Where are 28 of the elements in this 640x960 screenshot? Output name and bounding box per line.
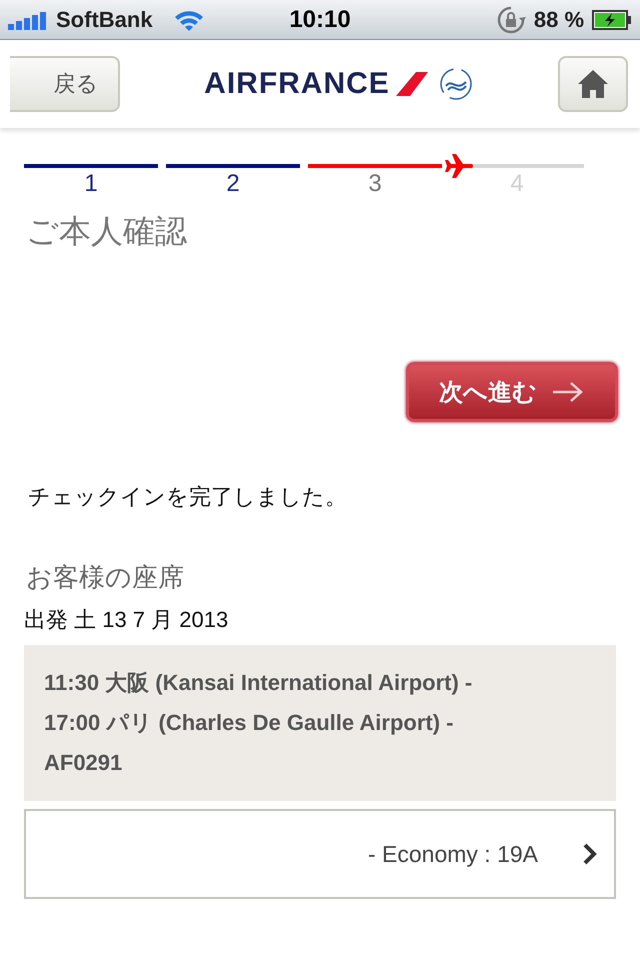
departure-date: 出発 土 13 7 月 2013 xyxy=(24,606,230,634)
battery-charging-icon xyxy=(592,10,632,30)
confirmation-message: チェックインを完了しました。 xyxy=(28,483,348,511)
flight-info-line: AF0291 xyxy=(44,749,124,777)
seat-text: - Economy : 19A xyxy=(368,840,538,868)
carrier-name: SoftBank xyxy=(56,6,153,32)
signal-icon xyxy=(8,10,48,30)
step-number: 3 xyxy=(368,170,382,198)
airline-logo: AIRFRANCE xyxy=(204,67,390,101)
battery-percent: 88 % xyxy=(534,6,584,32)
back-button[interactable]: 戻る xyxy=(10,56,120,112)
step-number: 2 xyxy=(226,170,240,198)
airplane-icon xyxy=(444,153,474,179)
alliance-emblem-icon xyxy=(438,66,474,102)
rotation-lock-icon xyxy=(496,4,526,34)
flight-info-line: 17:00 パリ (Charles De Gaulle Airport) - xyxy=(44,709,455,737)
home-icon xyxy=(576,69,609,99)
chevron-right-icon xyxy=(582,842,598,866)
flight-info-line: 11:30 大阪 (Kansai International Airport) - xyxy=(44,669,474,697)
seat-row[interactable]: - Economy : 19A xyxy=(24,809,616,899)
section-heading: お客様の座席 xyxy=(26,561,185,594)
next-button[interactable]: 次へ進む xyxy=(406,362,618,422)
page-title: ご本人確認 xyxy=(26,212,188,251)
arrow-right-icon xyxy=(551,380,585,404)
logo-stripe-icon xyxy=(394,72,428,96)
step-number: 1 xyxy=(84,170,98,198)
clock: 10:10 xyxy=(289,6,351,34)
home-button[interactable] xyxy=(558,56,628,112)
